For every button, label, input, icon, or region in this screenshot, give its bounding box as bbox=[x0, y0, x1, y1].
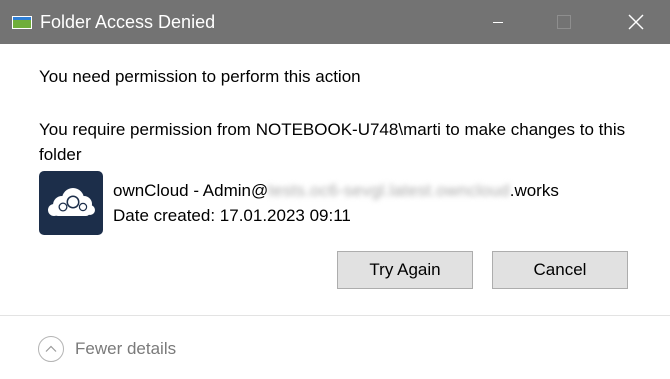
close-icon bbox=[628, 14, 644, 30]
item-name-prefix: ownCloud - Admin@ bbox=[113, 181, 269, 200]
message-heading: You need permission to perform this acti… bbox=[39, 67, 361, 86]
chevron-up-icon bbox=[38, 336, 64, 362]
chevron-up-glyph bbox=[45, 345, 57, 352]
item-name: ownCloud - Admin@tests.oc6-sevgl.latest.… bbox=[113, 180, 559, 202]
footer-divider bbox=[0, 315, 670, 316]
title-bar[interactable]: Folder Access Denied bbox=[0, 0, 670, 44]
item-date-created: Date created: 17.01.2023 09:11 bbox=[113, 206, 351, 225]
minimize-icon bbox=[493, 22, 503, 23]
cancel-button[interactable]: Cancel bbox=[492, 251, 628, 289]
owncloud-logo-icon bbox=[39, 171, 103, 235]
cloud-shape-icon bbox=[48, 188, 95, 216]
maximize-button[interactable] bbox=[541, 0, 587, 44]
fewer-details-toggle[interactable]: Fewer details bbox=[38, 334, 176, 364]
folder-access-denied-dialog: Folder Access Denied You need permission… bbox=[0, 0, 670, 379]
folder-app-icon bbox=[12, 16, 32, 29]
item-name-redacted: tests.oc6-sevgl.latest.owncloud bbox=[268, 181, 510, 200]
close-button[interactable] bbox=[613, 0, 659, 44]
minimize-button[interactable] bbox=[475, 0, 521, 44]
message-detail: You require permission from NOTEBOOK-U74… bbox=[39, 120, 626, 164]
item-name-suffix: .works bbox=[509, 181, 559, 200]
maximize-icon bbox=[557, 15, 571, 29]
try-again-button[interactable]: Try Again bbox=[337, 251, 473, 289]
window-title: Folder Access Denied bbox=[40, 12, 216, 32]
fewer-details-label: Fewer details bbox=[75, 339, 177, 358]
